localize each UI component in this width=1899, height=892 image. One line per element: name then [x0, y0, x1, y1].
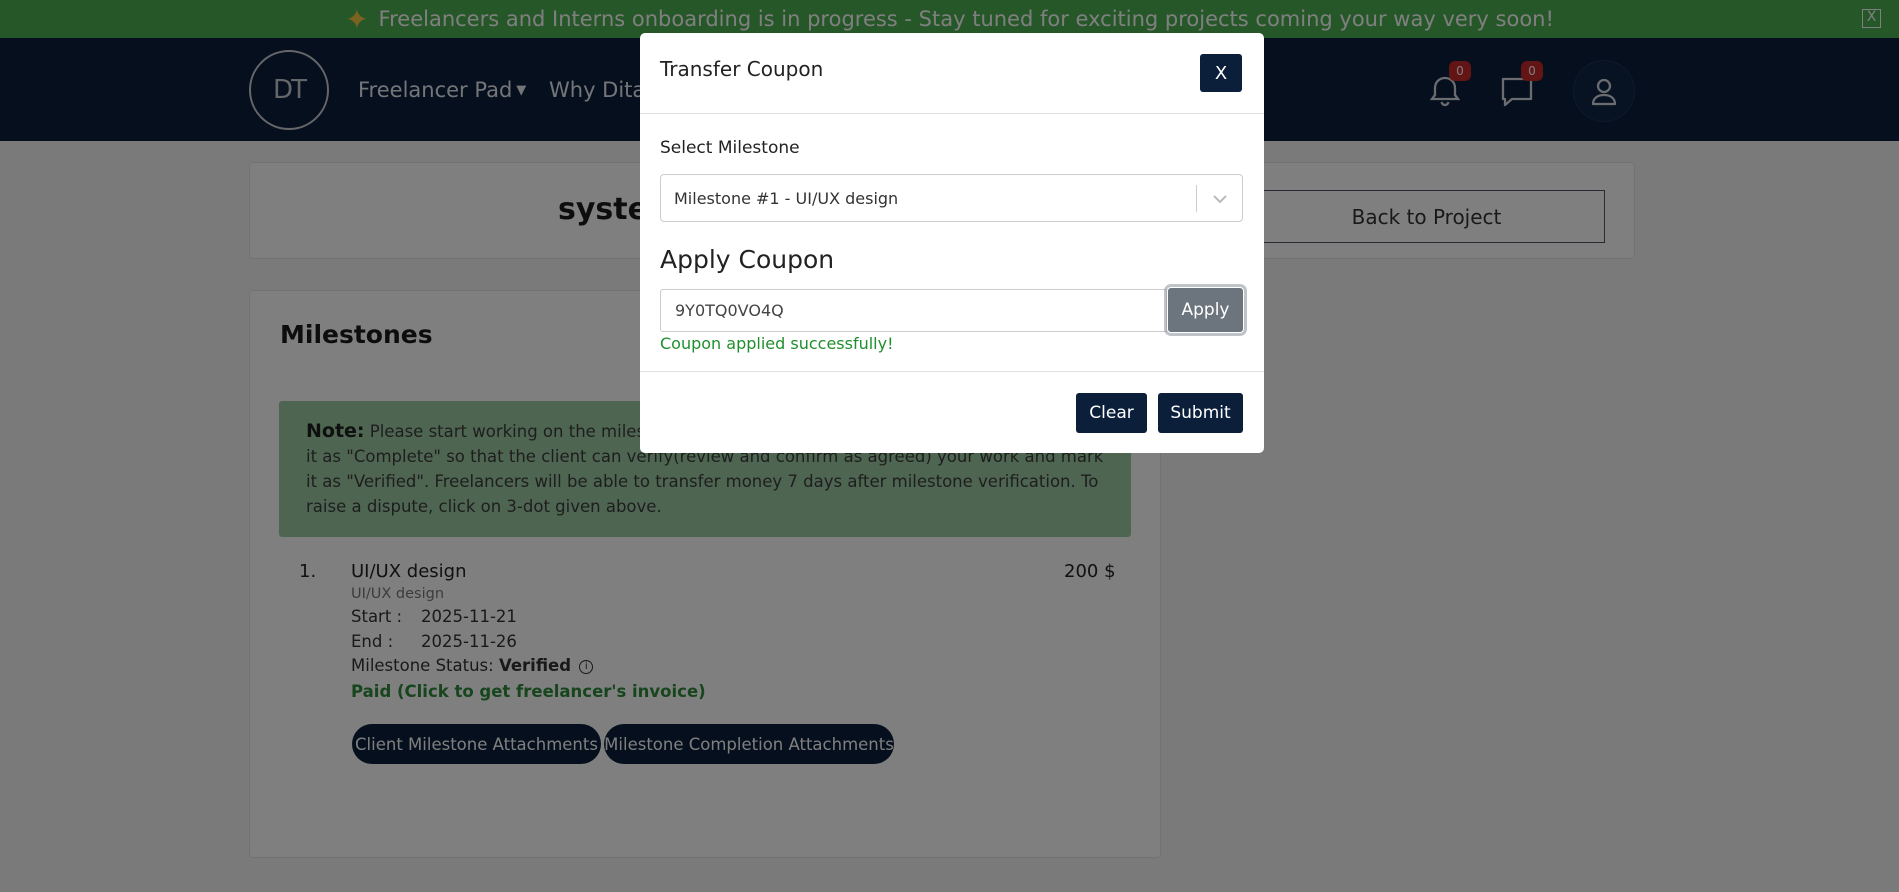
modal-title: Transfer Coupon: [660, 57, 824, 81]
coupon-code-input[interactable]: [660, 289, 1167, 332]
modal-header-divider: [640, 113, 1264, 114]
submit-button[interactable]: Submit: [1158, 393, 1243, 433]
clear-button[interactable]: Clear: [1076, 393, 1147, 433]
apply-button[interactable]: Apply: [1167, 287, 1244, 333]
select-milestone-label: Select Milestone: [660, 138, 800, 158]
modal-close-button[interactable]: X: [1200, 54, 1242, 92]
chevron-down-icon: [1213, 195, 1227, 204]
modal-footer-divider: [640, 371, 1264, 372]
milestone-select-value: Milestone #1 - UI/UX design: [674, 189, 899, 208]
coupon-success-message: Coupon applied successfully!: [660, 334, 894, 353]
transfer-coupon-modal: Transfer Coupon X Select Milestone Miles…: [640, 33, 1264, 453]
milestone-select[interactable]: Milestone #1 - UI/UX design: [660, 174, 1243, 222]
select-separator: [1196, 185, 1197, 212]
apply-coupon-heading: Apply Coupon: [660, 245, 835, 274]
